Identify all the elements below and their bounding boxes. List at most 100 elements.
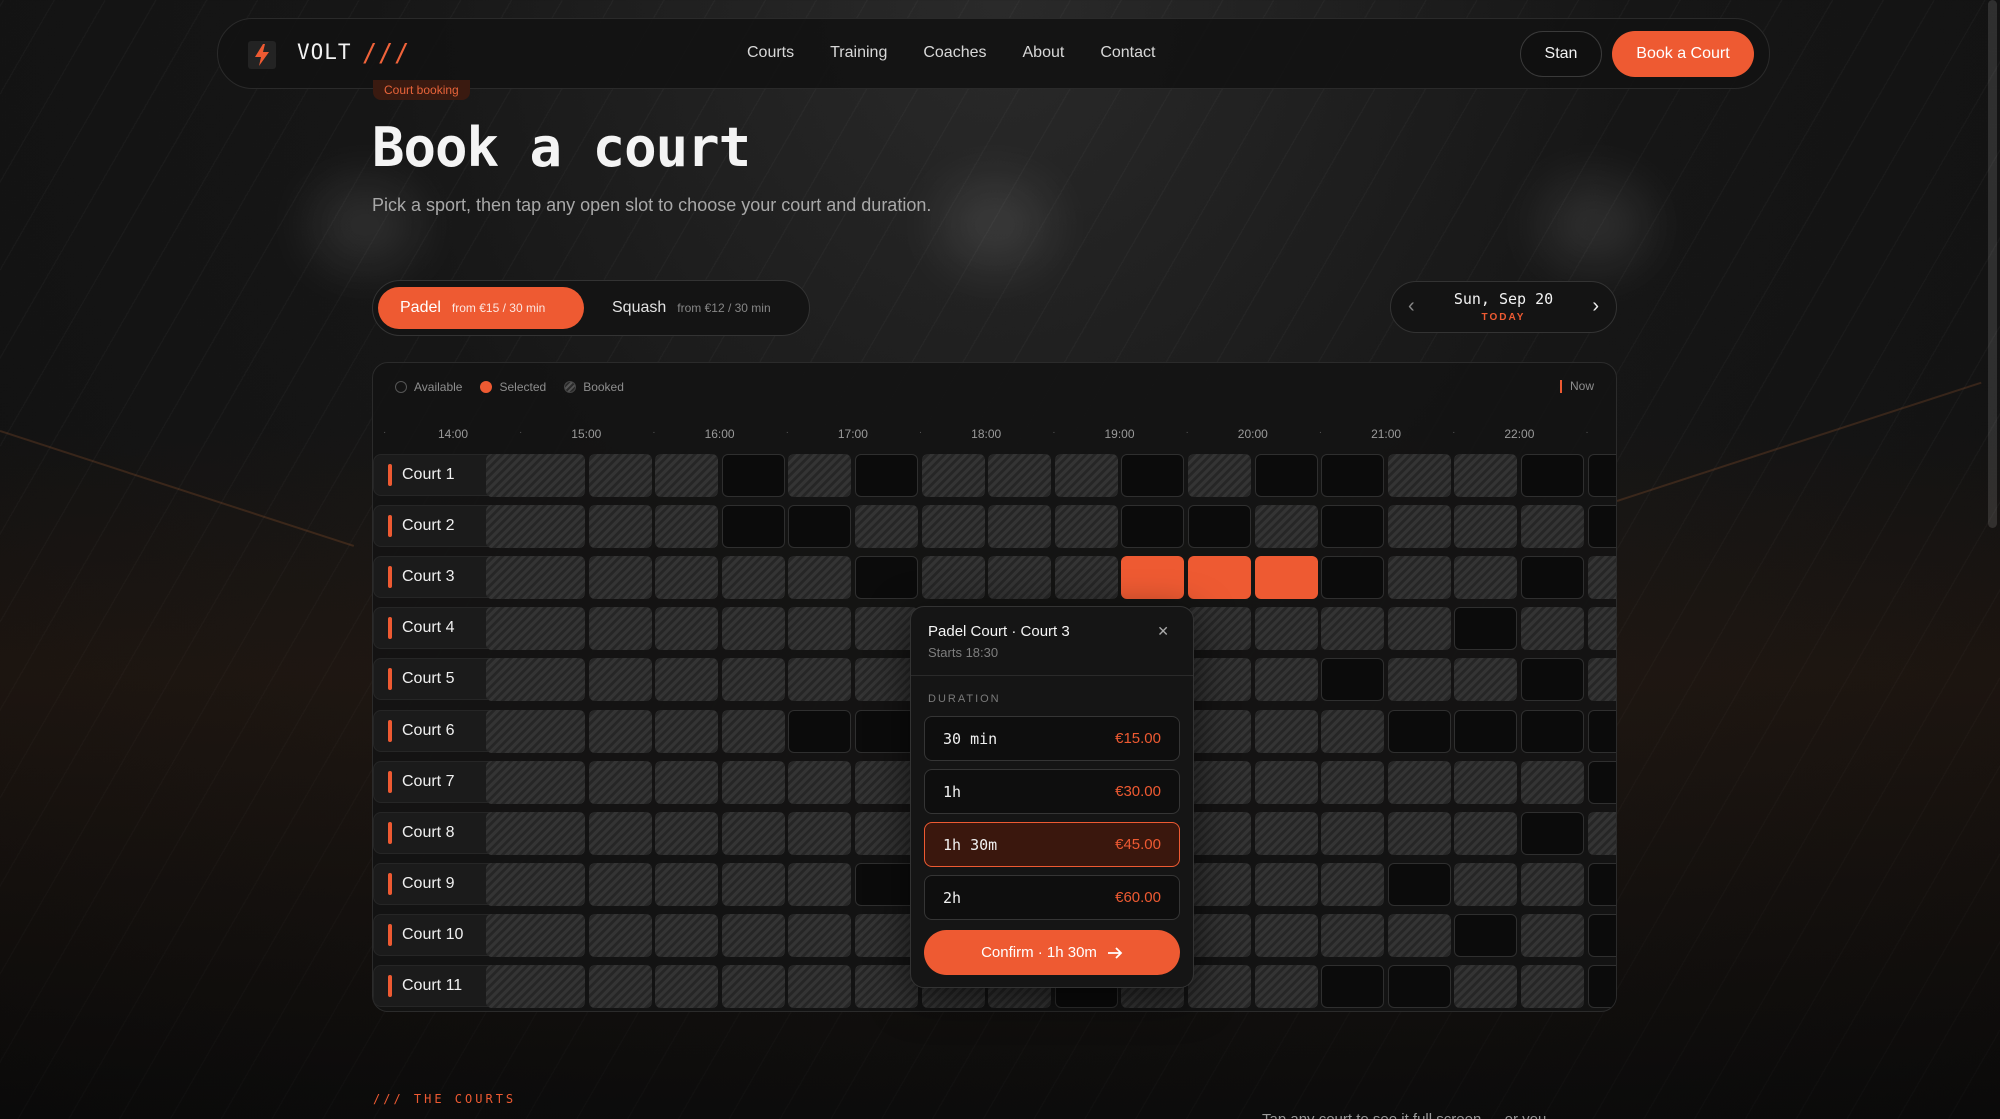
slot-available[interactable] (1321, 658, 1385, 702)
slot-available[interactable] (1587, 709, 1616, 753)
slot-available[interactable] (855, 556, 918, 600)
slot-available[interactable] (1454, 913, 1518, 957)
slot-available[interactable] (855, 862, 918, 906)
ceiling-light (1540, 180, 1650, 270)
slot-booked (1321, 913, 1385, 957)
slot-available[interactable] (1321, 556, 1385, 600)
slot-booked (1188, 709, 1251, 753)
slot-booked (1321, 862, 1385, 906)
court-marker (388, 770, 392, 793)
nav-link-coaches[interactable]: Coaches (923, 44, 986, 62)
slot-booked (921, 556, 985, 600)
slot-booked (1254, 811, 1318, 855)
slot-available[interactable] (1321, 454, 1385, 497)
duration-option-2h[interactable]: 2h €60.00 (924, 875, 1180, 920)
slot-available[interactable] (1321, 965, 1385, 1008)
slot-available[interactable] (1587, 862, 1616, 906)
slot-available[interactable] (1387, 965, 1451, 1008)
court-marker (388, 464, 392, 486)
slot-available[interactable] (721, 505, 785, 549)
slot-booked (588, 505, 652, 549)
nav-link-courts[interactable]: Courts (747, 44, 794, 62)
slot-booked (1454, 760, 1518, 804)
brand-name[interactable]: VOLT (297, 40, 352, 64)
slot-booked (1188, 811, 1251, 855)
slot-available[interactable] (1521, 709, 1584, 753)
slot-available[interactable] (1587, 965, 1616, 1008)
slot-booked (588, 862, 652, 906)
sport-tab-padel[interactable]: Padel from €15 / 30 min (378, 287, 584, 329)
grid-legend: Available Selected Booked (395, 380, 642, 394)
slot-available[interactable] (1387, 862, 1451, 906)
slot-booked (1188, 913, 1251, 957)
slot-available[interactable] (1587, 454, 1616, 497)
slot-booked (1454, 454, 1518, 497)
slot-available[interactable] (1121, 454, 1185, 497)
slot-available[interactable] (1521, 658, 1584, 702)
slot-available[interactable] (1454, 607, 1518, 651)
slot-available[interactable] (1521, 556, 1584, 600)
slot-booked (1188, 607, 1251, 651)
selected-swatch (480, 381, 493, 393)
book-court-button[interactable]: Book a Court (1612, 31, 1754, 77)
slot-available[interactable] (1387, 709, 1451, 753)
slot-selected[interactable] (1121, 556, 1185, 600)
slot-available[interactable] (1587, 760, 1616, 804)
duration-option-1h30m[interactable]: 1h 30m €45.00 (924, 822, 1180, 867)
slot-booked (1521, 965, 1584, 1008)
nav-links: Courts Training Coaches About Contact (747, 44, 1191, 62)
slot-booked (1254, 607, 1318, 651)
slot-booked (1521, 913, 1584, 957)
court-marker (388, 566, 392, 589)
nav-link-about[interactable]: About (1023, 44, 1065, 62)
slot-available[interactable] (1587, 505, 1616, 549)
slot-available[interactable] (1254, 454, 1318, 497)
nav-link-training[interactable]: Training (830, 44, 887, 62)
time-label: 14:00 (437, 427, 469, 441)
chevron-right-icon[interactable]: › (1592, 295, 1599, 318)
page-scrollbar[interactable] (1988, 0, 1997, 528)
duration-price: €45.00 (1115, 836, 1161, 853)
slot-available[interactable] (721, 454, 785, 497)
slot-available[interactable] (1521, 454, 1584, 497)
slot-available[interactable] (1521, 811, 1584, 855)
time-label: 22:00 (1504, 427, 1535, 441)
slot-selected[interactable] (1254, 556, 1318, 600)
sport-tab-squash[interactable]: Squash from €12 / 30 min (590, 287, 804, 329)
legend-booked: Booked (564, 380, 624, 394)
half-hour-dot: · (383, 427, 387, 438)
slot-available[interactable] (788, 709, 852, 753)
duration-text: 1h (943, 782, 962, 801)
slot-available[interactable] (1454, 709, 1518, 753)
slot-booked (1521, 760, 1584, 804)
user-button[interactable]: Stan (1520, 31, 1602, 77)
slot-booked (1587, 658, 1616, 702)
slot-booked (1188, 965, 1251, 1008)
slot-booked (721, 607, 785, 651)
close-icon[interactable]: ✕ (1157, 623, 1169, 640)
slot-available[interactable] (788, 505, 852, 549)
slot-booked (788, 658, 852, 702)
slot-booked (486, 811, 585, 855)
courts-section-hint: Tap any court to see it full screen — or… (1262, 1111, 1546, 1119)
slot-available[interactable] (1121, 505, 1185, 549)
slot-booked (921, 505, 985, 549)
logo-mark[interactable] (248, 41, 276, 69)
slot-available[interactable] (855, 709, 918, 753)
slot-available[interactable] (1587, 913, 1616, 957)
duration-option-30min[interactable]: 30 min €15.00 (924, 716, 1180, 761)
now-indicator-legend: Now (1559, 379, 1594, 393)
nav-link-contact[interactable]: Contact (1100, 44, 1155, 62)
confirm-button[interactable]: Confirm · 1h 30m (924, 930, 1180, 975)
duration-option-1h[interactable]: 1h €30.00 (924, 769, 1180, 814)
time-label: 19:00 (1104, 427, 1135, 441)
slot-available[interactable] (1188, 505, 1251, 549)
slot-available[interactable] (1321, 505, 1385, 549)
court-marker (388, 719, 392, 742)
slot-booked (486, 505, 585, 549)
slot-available[interactable] (855, 454, 918, 497)
duration-price: €15.00 (1115, 730, 1161, 747)
time-label: 21:00 (1371, 427, 1402, 441)
slot-booked (486, 760, 585, 804)
slot-selected[interactable] (1188, 556, 1251, 600)
